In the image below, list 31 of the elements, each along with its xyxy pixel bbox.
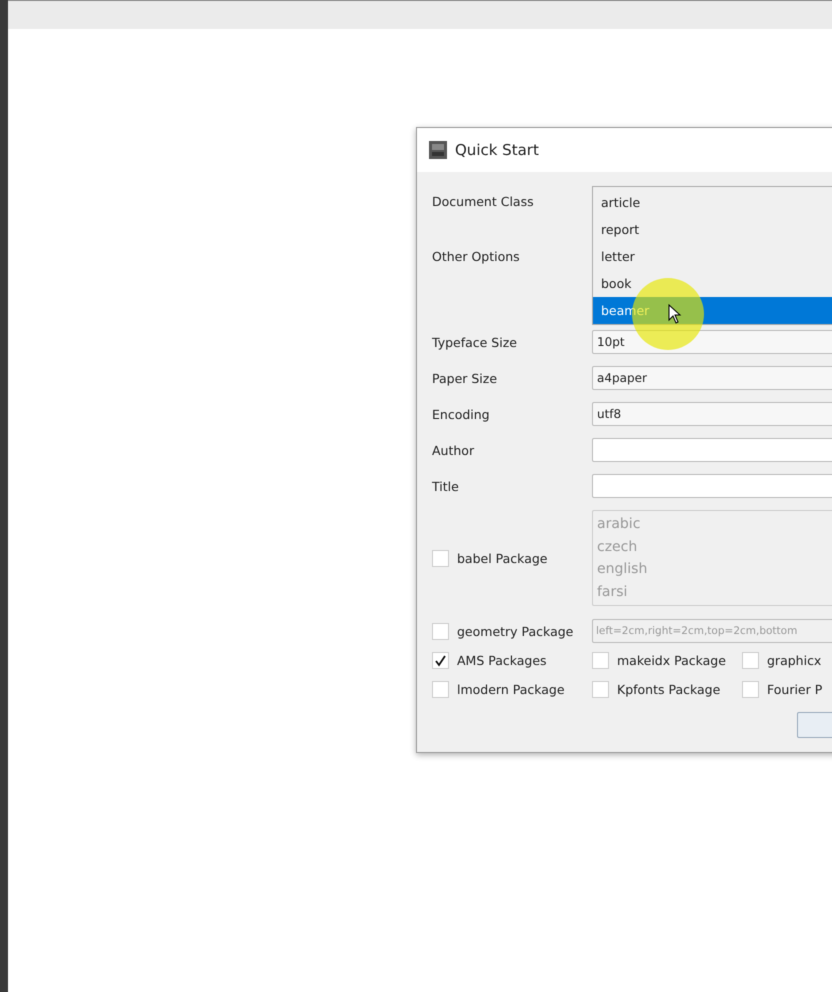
dropdown-field[interactable]: a4paper	[592, 366, 832, 390]
checkbox[interactable]	[592, 652, 609, 669]
checkbox[interactable]	[432, 652, 449, 669]
dropdown-field[interactable]: 10pt	[592, 330, 832, 354]
checkbox[interactable]	[742, 652, 759, 669]
dropdown-field[interactable]: utf8	[592, 402, 832, 426]
field-label: Typeface Size	[432, 334, 518, 350]
checkbox-label: babel Package	[457, 550, 548, 566]
dropdown-option[interactable]: article	[593, 189, 832, 216]
app-icon	[429, 141, 447, 159]
dialog-title: Quick Start	[455, 141, 539, 159]
mouse-pointer-icon	[668, 304, 682, 324]
checkbox-label: AMS Packages	[457, 653, 547, 668]
field-label: Other Options	[432, 248, 520, 264]
field-label: Title	[432, 478, 460, 494]
checkbox-label: Fourier P	[767, 682, 822, 697]
dropdown-option[interactable]: book	[593, 270, 832, 297]
checkbox[interactable]	[592, 681, 609, 698]
field-label: Paper Size	[432, 370, 498, 386]
checkbox-label: Kpfonts Package	[617, 682, 720, 697]
checkbox-label: makeidx Package	[617, 653, 726, 668]
dropdown-option[interactable]: report	[593, 216, 832, 243]
checkbox-label: geometry Package	[457, 624, 574, 638]
checkbox-label: lmodern Package	[457, 682, 565, 697]
field-label: Document Class	[432, 194, 534, 208]
checkbox[interactable]	[742, 681, 759, 698]
dropdown-option[interactable]: letter	[593, 243, 832, 270]
checkbox-label: graphicx	[767, 653, 822, 668]
checkbox[interactable]	[432, 681, 449, 698]
field-label: Encoding	[432, 406, 491, 422]
field-label: Author	[432, 442, 476, 458]
